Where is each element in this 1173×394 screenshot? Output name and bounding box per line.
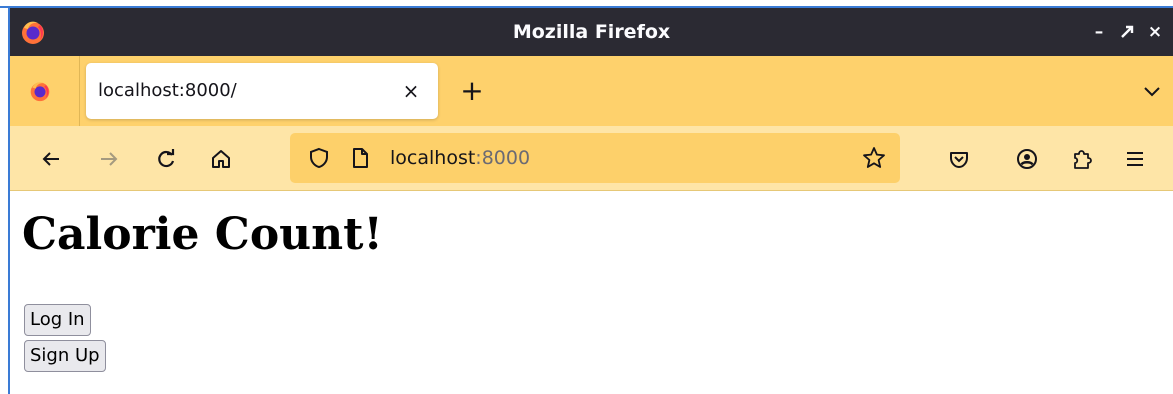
hamburger-menu-icon bbox=[1127, 152, 1143, 166]
maximize-button[interactable] bbox=[1115, 18, 1139, 46]
window-title: Mozilla Firefox bbox=[512, 21, 671, 43]
shield-icon[interactable] bbox=[308, 147, 330, 169]
url-port: :8000 bbox=[475, 147, 531, 169]
log-in-button[interactable]: Log In bbox=[24, 304, 91, 336]
arrow-right-icon bbox=[101, 152, 118, 166]
puzzle-icon bbox=[1074, 150, 1092, 169]
tab-close-button[interactable]: × bbox=[398, 78, 424, 104]
star-icon[interactable] bbox=[862, 146, 886, 170]
tab-strip: localhost:8000/ × + bbox=[10, 56, 1173, 126]
close-window-button[interactable]: × bbox=[1143, 18, 1167, 46]
pocket-icon bbox=[950, 152, 968, 168]
tab-label: localhost:8000/ bbox=[98, 80, 237, 101]
home-icon bbox=[212, 150, 230, 168]
page-heading: Calorie Count! bbox=[22, 209, 383, 260]
list-all-tabs-chevron-icon[interactable] bbox=[1139, 78, 1165, 104]
account-button[interactable] bbox=[1012, 144, 1042, 174]
arrow-left-icon bbox=[42, 152, 59, 166]
firefox-view-icon[interactable] bbox=[29, 80, 51, 102]
navigation-toolbar: localhost:8000 bbox=[10, 126, 1173, 190]
forward-button[interactable] bbox=[94, 144, 124, 174]
application-menu-button[interactable] bbox=[1120, 144, 1150, 174]
home-button[interactable] bbox=[206, 144, 236, 174]
back-button[interactable] bbox=[36, 144, 66, 174]
page-icon[interactable] bbox=[350, 147, 370, 169]
url-text[interactable]: localhost:8000 bbox=[390, 133, 530, 183]
title-bar[interactable]: Mozilla Firefox – × bbox=[10, 8, 1173, 56]
new-tab-button[interactable]: + bbox=[457, 76, 487, 106]
url-bar[interactable]: localhost:8000 bbox=[290, 133, 900, 183]
reload-icon bbox=[158, 149, 175, 168]
extensions-button[interactable] bbox=[1067, 144, 1097, 174]
tab-localhost[interactable]: localhost:8000/ × bbox=[86, 63, 438, 119]
reload-button[interactable] bbox=[151, 144, 181, 174]
minimize-button[interactable]: – bbox=[1087, 18, 1111, 46]
maximize-icon bbox=[1121, 25, 1134, 38]
pocket-button[interactable] bbox=[944, 144, 974, 174]
url-host: localhost bbox=[390, 147, 476, 169]
page-content: Calorie Count! Log In Sign Up bbox=[10, 191, 1173, 394]
sign-up-button[interactable]: Sign Up bbox=[24, 340, 106, 372]
account-icon bbox=[1017, 149, 1037, 169]
tab-separator bbox=[79, 56, 80, 126]
